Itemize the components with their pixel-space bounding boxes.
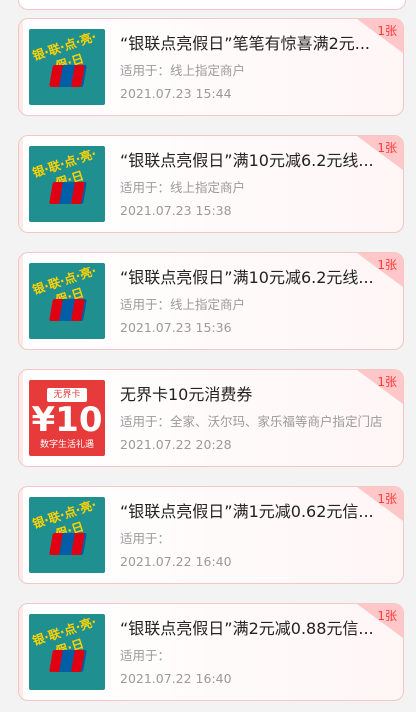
coupon-card[interactable]: 无界卡 ¥10 数字生活礼遇 1张 无界卡10元消费券 适用于：全家、沃尔玛、家…	[18, 369, 404, 467]
previous-card-edge	[18, 0, 406, 10]
coupon-date: 2021.07.23 15:44	[120, 86, 232, 101]
unionpay-logo-icon	[49, 182, 85, 204]
coupon-date: 2021.07.23 15:38	[120, 203, 232, 218]
coupon-scope: 适用于：全家、沃尔玛、家乐福等商户指定门店	[120, 414, 383, 429]
coupon-scope: 适用于：线上指定商户	[120, 63, 246, 78]
coupon-thumbnail: 无界卡 ¥10 数字生活礼遇	[29, 380, 105, 456]
coupon-date: 2021.07.22 20:28	[120, 437, 232, 452]
coupon-card[interactable]: 银·联·点·亮·假·日 1张 “银联点亮假日”满2元减0.88元信... 适用于…	[18, 603, 404, 701]
unionpay-logo-icon	[49, 65, 85, 87]
unionpay-logo-icon	[49, 299, 85, 321]
coupon-thumbnail: 银·联·点·亮·假·日	[29, 263, 105, 339]
unionpay-logo-icon	[49, 650, 85, 672]
coupon-date: 2021.07.23 15:36	[120, 320, 232, 335]
coupon-card[interactable]: 银·联·点·亮·假·日 1张 “银联点亮假日”满10元减6.2元线... 适用于…	[18, 252, 404, 350]
unionpay-logo-icon	[49, 533, 85, 555]
coupon-scope: 适用于：线上指定商户	[120, 297, 246, 312]
coupon-scope: 适用于：	[120, 648, 171, 663]
coupon-scope: 适用于：	[120, 531, 171, 546]
coupon-list: 银·联·点·亮·假·日 1张 “银联点亮假日”笔笔有惊喜满2元... 适用于：线…	[0, 0, 416, 712]
coupon-title: “银联点亮假日”笔笔有惊喜满2元...	[120, 34, 371, 53]
coupon-thumbnail: 银·联·点·亮·假·日	[29, 614, 105, 690]
coupon-title: “银联点亮假日”满2元减0.88元信...	[120, 619, 374, 638]
thumbnail-subtitle: 数字生活礼遇	[39, 440, 94, 450]
coupon-thumbnail: 银·联·点·亮·假·日	[29, 29, 105, 105]
coupon-date: 2021.07.22 16:40	[120, 671, 232, 686]
coupon-thumbnail: 银·联·点·亮·假·日	[29, 146, 105, 222]
coupon-scope: 适用于：线上指定商户	[120, 180, 246, 195]
coupon-title: “银联点亮假日”满10元减6.2元线...	[120, 268, 374, 287]
coupon-card[interactable]: 银·联·点·亮·假·日 1张 “银联点亮假日”满10元减6.2元线... 适用于…	[18, 135, 404, 233]
coupon-thumbnail: 银·联·点·亮·假·日	[29, 497, 105, 573]
thumbnail-amount: ¥10	[31, 400, 103, 440]
coupon-card[interactable]: 银·联·点·亮·假·日 1张 “银联点亮假日”笔笔有惊喜满2元... 适用于：线…	[18, 18, 404, 116]
coupon-title: “银联点亮假日”满10元减6.2元线...	[120, 151, 374, 170]
coupon-title: 无界卡10元消费券	[120, 385, 253, 404]
coupon-card[interactable]: 银·联·点·亮·假·日 1张 “银联点亮假日”满1元减0.62元信... 适用于…	[18, 486, 404, 584]
coupon-date: 2021.07.22 16:40	[120, 554, 232, 569]
coupon-title: “银联点亮假日”满1元减0.62元信...	[120, 502, 374, 521]
